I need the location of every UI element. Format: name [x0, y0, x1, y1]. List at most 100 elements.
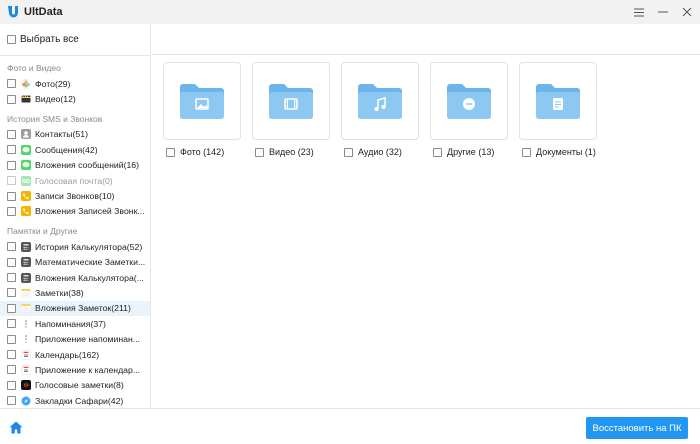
select-all-checkbox[interactable]	[7, 35, 16, 44]
sidebar-item-video[interactable]: Видео(12)	[0, 91, 150, 106]
checkbox[interactable]	[7, 257, 16, 267]
checkbox[interactable]	[7, 365, 16, 375]
sidebar-item-message-attachments[interactable]: Вложения сообщений(16)	[0, 158, 150, 173]
checkbox[interactable]	[7, 242, 16, 252]
sidebar-item-label: Приложение напоминан...	[35, 334, 141, 345]
sidebar-item-label: Записи Звонков(10)	[35, 191, 115, 202]
card-label-row[interactable]: Фото (142)	[163, 147, 241, 157]
checkbox[interactable]	[7, 334, 16, 344]
messages-icon	[21, 144, 31, 155]
sidebar-item-label: Закладки Сафари(42)	[35, 395, 124, 406]
sidebar-item-calendar[interactable]: Календарь(162)	[0, 347, 150, 362]
voice-memos-icon	[21, 380, 31, 391]
calculator-icon	[21, 257, 31, 268]
sidebar-item-label: Сообщения(42)	[35, 144, 98, 155]
minimize-icon[interactable]	[658, 7, 668, 17]
safari-icon	[21, 396, 31, 406]
card-label: Аудио (32)	[358, 147, 402, 157]
close-icon[interactable]	[682, 7, 692, 17]
folder-thumbnail[interactable]	[163, 62, 241, 140]
checkbox[interactable]	[7, 206, 16, 216]
group-title-notes-other: Памятки и Другие	[7, 226, 78, 237]
video-icon	[21, 94, 31, 104]
sidebar-item-calculator-history[interactable]: История Калькулятора(52)	[0, 239, 150, 254]
sidebar-item-calendar-attachments[interactable]: Приложение к календар...	[0, 362, 150, 377]
checkbox[interactable]	[166, 147, 175, 157]
sidebar-item-label: Голосовые заметки(8)	[35, 380, 124, 391]
home-button[interactable]	[0, 409, 32, 444]
checkbox[interactable]	[7, 303, 16, 313]
sidebar-item-voicemail[interactable]: Голосовая почта(0)	[0, 173, 150, 188]
sidebar-item-label: Календарь(162)	[35, 349, 100, 360]
card-label-row[interactable]: Аудио (32)	[341, 147, 419, 157]
checkbox[interactable]	[522, 147, 531, 157]
sidebar-item-label: Вложения Записей Звонк...	[35, 206, 145, 217]
checkbox[interactable]	[433, 147, 442, 157]
category-card-video[interactable]: Видео (23)	[252, 62, 330, 157]
document-folder-icon	[536, 84, 580, 119]
select-all-row[interactable]: Выбрать все	[0, 24, 150, 56]
checkbox[interactable]	[7, 350, 16, 360]
folder-thumbnail[interactable]	[430, 62, 508, 140]
checkbox[interactable]	[344, 147, 353, 157]
checkbox[interactable]	[7, 94, 16, 104]
folder-thumbnail[interactable]	[341, 62, 419, 140]
photo-folder-icon	[180, 84, 224, 119]
category-card-photo[interactable]: Фото (142)	[163, 62, 241, 157]
sidebar-item-reminders-attachments[interactable]: Приложение напоминан...	[0, 331, 150, 346]
sidebar-item-messages[interactable]: Сообщения(42)	[0, 142, 150, 157]
sidebar-item-safari-bookmarks[interactable]: Закладки Сафари(42)	[0, 393, 150, 408]
sidebar-item-calculator-attachments[interactable]: Вложения Калькулятора(...	[0, 270, 150, 285]
card-label: Фото (142)	[180, 147, 225, 157]
card-label: Видео (23)	[269, 147, 314, 157]
checkbox[interactable]	[7, 319, 16, 329]
card-label-row[interactable]: Документы (1)	[519, 147, 597, 157]
card-label: Документы (1)	[536, 147, 596, 157]
checkbox[interactable]	[7, 129, 16, 139]
sidebar-item-reminders[interactable]: Напоминания(37)	[0, 316, 150, 331]
category-card-other[interactable]: Другие (13)	[430, 62, 508, 157]
checkbox[interactable]	[7, 396, 16, 406]
sidebar-item-label: Вложения Калькулятора(...	[35, 272, 144, 283]
checkbox[interactable]	[7, 145, 16, 155]
category-card-documents[interactable]: Документы (1)	[519, 62, 597, 157]
sidebar-item-label: Приложение к календар...	[35, 364, 141, 375]
sidebar-item-voice-memos[interactable]: Голосовые заметки(8)	[0, 378, 150, 393]
group-title-photo-video: Фото и Видео	[7, 63, 61, 73]
sidebar-item-notes[interactable]: Заметки(38)	[0, 285, 150, 300]
title-bar: UltData	[0, 0, 700, 24]
reminders-icon	[21, 319, 31, 329]
sidebar-item-call-history[interactable]: Записи Звонков(10)	[0, 188, 150, 203]
checkbox[interactable]	[7, 288, 16, 298]
folder-thumbnail[interactable]	[519, 62, 597, 140]
checkbox[interactable]	[255, 147, 264, 157]
message-attachments-icon	[21, 160, 31, 171]
calendar-icon	[21, 349, 31, 360]
sidebar-item-call-attachments[interactable]: Вложения Записей Звонк...	[0, 204, 150, 219]
folder-thumbnail[interactable]	[252, 62, 330, 140]
sidebar-item-contacts[interactable]: Контакты(51)	[0, 127, 150, 142]
sidebar-item-math-notes[interactable]: Математические Заметки...	[0, 255, 150, 270]
sidebar-item-label: Видео(12)	[35, 94, 76, 105]
checkbox[interactable]	[7, 191, 16, 201]
sidebar-item-label: Математические Заметки...	[35, 257, 145, 268]
checkbox[interactable]	[7, 79, 16, 89]
notes-icon	[21, 303, 31, 313]
home-icon	[9, 421, 23, 433]
menu-icon[interactable]	[634, 7, 644, 17]
checkbox[interactable]	[7, 380, 16, 390]
sidebar-item-photos[interactable]: Фото(29)	[0, 76, 150, 91]
voicemail-icon	[21, 175, 31, 186]
app-title: UltData	[24, 6, 63, 18]
file-type-cards: Фото (142) Видео (23) Аудио (32) Другие …	[163, 62, 597, 157]
checkbox[interactable]	[7, 160, 16, 170]
restore-to-pc-button[interactable]: Восстановить на ПК	[586, 417, 688, 439]
sidebar-item-label: Напоминания(37)	[35, 318, 106, 329]
category-card-audio[interactable]: Аудио (32)	[341, 62, 419, 157]
sidebar-item-label: Заметки(38)	[35, 287, 84, 298]
card-label-row[interactable]: Видео (23)	[252, 147, 330, 157]
card-label-row[interactable]: Другие (13)	[430, 147, 508, 157]
sidebar-item-notes-attachments[interactable]: Вложения Заметок(211)	[0, 300, 150, 317]
checkbox[interactable]	[7, 273, 16, 283]
checkbox[interactable]	[7, 176, 16, 186]
